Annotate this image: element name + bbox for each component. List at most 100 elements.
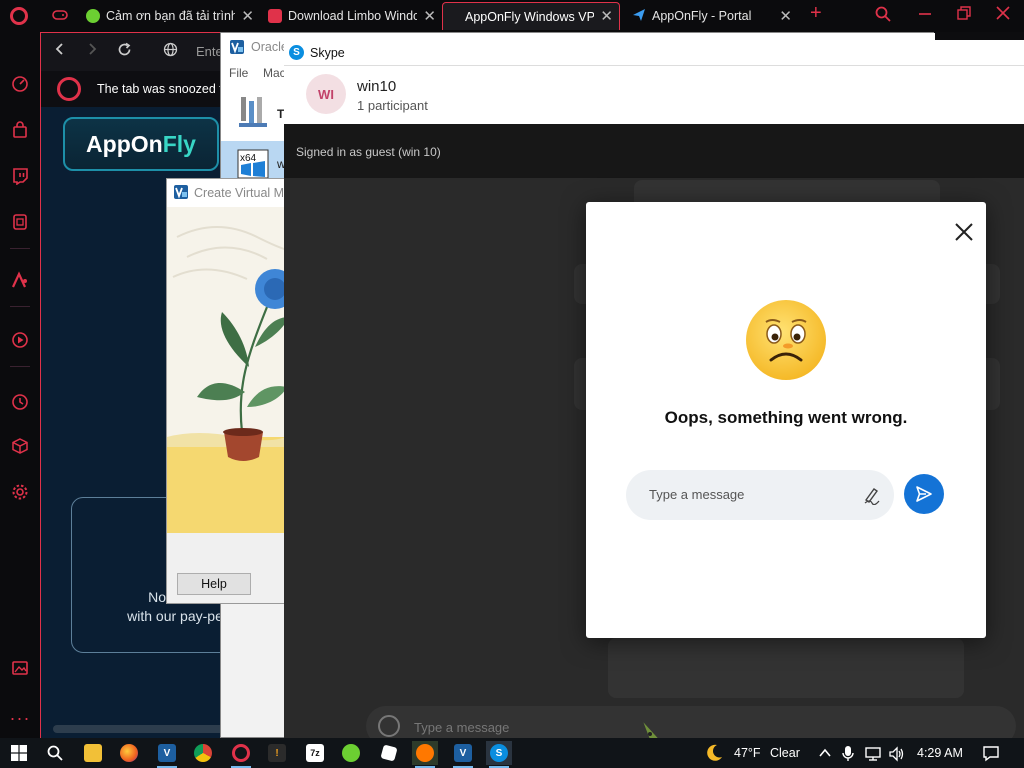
forward-arrow-icon[interactable] <box>85 42 99 59</box>
participant-count[interactable]: 1 participant <box>357 98 428 113</box>
limbo-favicon-icon <box>268 9 282 23</box>
wizard-illustration <box>167 207 291 533</box>
volume-icon[interactable] <box>888 746 906 765</box>
close-window-icon[interactable] <box>996 6 1010 26</box>
more-dots-icon[interactable]: ··· <box>10 708 30 728</box>
help-button[interactable]: Help <box>177 573 251 595</box>
gallery-icon[interactable] <box>10 658 30 678</box>
history-clock-icon[interactable] <box>10 392 30 412</box>
menu-file[interactable]: File <box>229 66 248 80</box>
wizard-title: Create Virtual Ma <box>194 186 292 200</box>
weather-desc[interactable]: Clear <box>770 746 800 760</box>
skype-titlebar: S Skype <box>284 40 1024 66</box>
minimize-icon[interactable] <box>918 6 932 26</box>
reload-icon[interactable] <box>117 42 132 60</box>
avatar[interactable]: WI <box>306 74 346 114</box>
create-vm-wizard: Create Virtual Ma Help <box>166 178 292 604</box>
limbo-button[interactable]: ! <box>264 741 290 765</box>
tab-title: AppOnFly Windows VPS <box>465 9 595 24</box>
virtualbox-icon: V <box>454 744 472 762</box>
sidebar-divider <box>10 366 30 367</box>
composer-placeholder: Type a message <box>414 720 510 735</box>
limbo-icon: ! <box>268 744 286 762</box>
coccoc-icon <box>342 744 360 762</box>
message-input[interactable]: Type a message <box>626 470 894 520</box>
opera-logo-icon[interactable] <box>10 7 28 25</box>
player-icon[interactable] <box>10 330 30 350</box>
settings-gear-icon[interactable] <box>10 482 30 502</box>
virtualbox-taskbar-button[interactable]: V <box>154 741 180 768</box>
virtualbox-2-button[interactable]: V <box>450 741 476 768</box>
guest-banner: Signed in as guest (win 10) <box>284 124 1024 178</box>
shopping-bag-icon[interactable] <box>10 120 30 140</box>
send-favicon-icon <box>632 8 646 25</box>
extensions-cube-icon[interactable] <box>10 436 30 456</box>
message-composer[interactable]: Type a message <box>366 706 1016 738</box>
tab-close-icon[interactable]: ✕ <box>241 9 254 24</box>
logo-text-accent: Fly <box>162 130 196 157</box>
roblox-icon <box>380 744 398 762</box>
speed-dial-icon[interactable] <box>10 74 30 94</box>
skype-logo-icon: S <box>289 45 304 60</box>
clock-time[interactable]: 4:29 AM <box>917 746 963 760</box>
close-icon[interactable] <box>950 218 978 246</box>
virtualbox-logo-icon <box>173 184 189 203</box>
weather-temp[interactable]: 47°F <box>734 746 761 760</box>
send-button[interactable] <box>904 474 944 514</box>
windows-start-icon <box>11 745 27 761</box>
avast-button[interactable] <box>412 741 438 768</box>
start-button[interactable] <box>6 741 32 765</box>
windows-taskbar: V ! 7z V S 47°F Clear 4:29 AM <box>0 738 1024 768</box>
7zip-button[interactable]: 7z <box>302 741 328 765</box>
skype-taskbar-button[interactable]: S <box>486 741 512 768</box>
roblox-button[interactable] <box>376 741 402 765</box>
firefox-icon <box>120 744 138 762</box>
wizard-titlebar: Create Virtual Ma <box>167 179 291 207</box>
aria-ai-icon[interactable] <box>10 270 30 290</box>
browser-tab-bar: Cảm ơn bạn đã tải trình ✕ Download Limbo… <box>0 0 1024 32</box>
notifications-icon[interactable] <box>982 744 1000 765</box>
tab-download-limbo[interactable]: Download Limbo Windo ✕ <box>262 2 442 30</box>
microphone-icon[interactable] <box>842 746 854 765</box>
vbox-title: Oracle <box>251 40 288 54</box>
coccoc-button[interactable] <box>338 741 364 765</box>
conversation-name[interactable]: win10 <box>357 78 396 95</box>
whatsapp-icon[interactable] <box>10 212 30 232</box>
tab-close-icon[interactable]: ✕ <box>600 9 613 24</box>
network-icon[interactable] <box>864 746 882 765</box>
moon-weather-icon[interactable] <box>704 743 724 766</box>
tab-apponfly-vps[interactable]: AppOnFly Windows VPS ✕ <box>442 2 620 30</box>
pen-format-icon[interactable] <box>862 485 882 506</box>
restore-icon[interactable] <box>957 6 971 26</box>
sad-emoji-icon <box>744 298 828 382</box>
file-explorer-button[interactable] <box>80 741 106 765</box>
globe-icon <box>163 42 178 60</box>
skype-window-title: Skype <box>310 45 345 60</box>
tab-close-icon[interactable]: ✕ <box>779 9 792 24</box>
vbox-tools-item[interactable]: To <box>221 85 291 137</box>
search-tabs-icon[interactable] <box>875 6 891 28</box>
gamepad-icon[interactable] <box>52 6 68 28</box>
tab-close-icon[interactable]: ✕ <box>423 9 436 24</box>
show-hidden-icons-icon[interactable] <box>818 746 832 763</box>
address-input[interactable]: Ente <box>196 44 223 59</box>
opera-sidebar: ··· <box>0 32 40 738</box>
folder-icon <box>84 744 102 762</box>
emoji-icon[interactable] <box>378 715 400 737</box>
send-icon <box>916 486 932 502</box>
new-tab-plus-icon[interactable]: + <box>810 3 822 23</box>
opera-taskbar-button[interactable] <box>228 741 254 768</box>
search-button[interactable] <box>42 741 68 765</box>
menu-machine[interactable]: Mac <box>263 66 286 80</box>
apponfly-logo[interactable]: AppOn Fly <box>63 117 219 171</box>
sidebar-divider <box>10 306 30 307</box>
back-arrow-icon[interactable] <box>53 42 67 61</box>
tab-camon[interactable]: Cảm ơn bạn đã tải trình ✕ <box>80 2 260 30</box>
firefox-button[interactable] <box>116 741 142 765</box>
tab-title: AppOnFly - Portal <box>652 9 752 23</box>
twitch-icon[interactable] <box>10 166 30 186</box>
chrome-button[interactable] <box>190 741 216 765</box>
conversation-header: WI win10 1 participant <box>284 66 1024 124</box>
search-icon <box>47 745 63 761</box>
tab-apponfly-portal[interactable]: AppOnFly - Portal ✕ <box>626 2 798 30</box>
